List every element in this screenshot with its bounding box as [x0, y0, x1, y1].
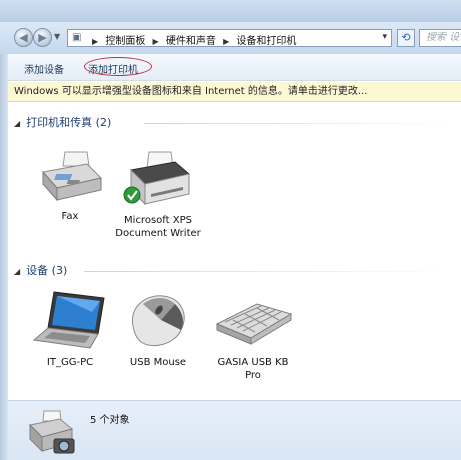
- recent-pages-dropdown-icon[interactable]: ▼: [54, 32, 60, 41]
- back-button[interactable]: ◀: [14, 28, 33, 47]
- breadcrumb-separator-icon[interactable]: ▶: [223, 37, 229, 46]
- info-bar[interactable]: Windows 可以显示增强型设备图标和来自 Internet 的信息。请单击进…: [8, 82, 461, 102]
- device-item[interactable]: IT_GG-PC: [25, 290, 115, 369]
- navigation-bar: ◀ ▶ ▼ ▣ ▶ 控制面板 ▶ 硬件和声音 ▶ 设备和打印机 ▾ ⟲ 搜索 设…: [0, 22, 461, 54]
- address-bar[interactable]: ▣ ▶ 控制面板 ▶ 硬件和声音 ▶ 设备和打印机 ▾: [67, 29, 392, 47]
- control-panel-icon: ▣: [72, 32, 82, 43]
- window-titlebar: [0, 0, 461, 22]
- printer-default-icon: [123, 151, 191, 206]
- refresh-button[interactable]: ⟲: [397, 29, 415, 47]
- collapse-triangle-icon[interactable]: ◢: [14, 119, 20, 128]
- device-label: USB Mouse: [129, 357, 187, 368]
- breadcrumb-devices-printers[interactable]: 设备和打印机: [236, 36, 296, 47]
- breadcrumb-separator-icon[interactable]: ▶: [92, 37, 98, 46]
- command-toolbar: 添加设备 添加打印机: [8, 54, 461, 81]
- breadcrumb-control-panel[interactable]: 控制面板: [105, 36, 145, 47]
- item-count: 5 个对象: [90, 415, 130, 426]
- details-pane: 5 个对象: [8, 400, 461, 460]
- group-header-printers[interactable]: ◢ 打印机和传真 (2): [14, 114, 454, 132]
- annotation-circle: [84, 57, 152, 76]
- group-header-devices[interactable]: ◢ 设备 (3): [14, 262, 454, 280]
- breadcrumb: ▶ 控制面板 ▶ 硬件和声音 ▶ 设备和打印机: [88, 32, 296, 47]
- fax-icon: [42, 151, 102, 202]
- device-label: GASIA USB KB Pro: [217, 357, 289, 381]
- search-input[interactable]: 搜索 设备: [419, 29, 461, 47]
- address-dropdown-icon[interactable]: ▾: [382, 32, 387, 42]
- device-label: Fax: [61, 211, 79, 222]
- breadcrumb-separator-icon[interactable]: ▶: [153, 37, 159, 46]
- group-divider: [144, 123, 454, 124]
- breadcrumb-hardware-sound[interactable]: 硬件和声音: [166, 36, 216, 47]
- group-title: 设备 (3): [26, 264, 68, 277]
- laptop-icon: [32, 291, 105, 349]
- add-device-button[interactable]: 添加设备: [24, 61, 64, 76]
- group-title: 打印机和传真 (2): [26, 116, 112, 129]
- forward-button[interactable]: ▶: [33, 28, 52, 47]
- device-label: IT_GG-PC: [46, 357, 94, 368]
- mouse-icon: [131, 295, 185, 346]
- collapse-triangle-icon[interactable]: ◢: [14, 267, 20, 276]
- device-item[interactable]: USB Mouse: [113, 290, 203, 369]
- group-divider: [84, 271, 454, 272]
- device-label: Microsoft XPS Document Writer: [115, 215, 201, 239]
- devices-printers-icon: [28, 410, 75, 454]
- keyboard-icon: [215, 303, 293, 345]
- device-item[interactable]: Fax: [25, 150, 115, 223]
- device-item[interactable]: Microsoft XPS Document Writer: [113, 150, 203, 240]
- window-left-frame: [0, 54, 8, 460]
- devices-view: ◢ 打印机和传真 (2) Fax Microsoft XPS Document W…: [8, 102, 461, 400]
- device-item[interactable]: GASIA USB KB Pro: [208, 290, 298, 382]
